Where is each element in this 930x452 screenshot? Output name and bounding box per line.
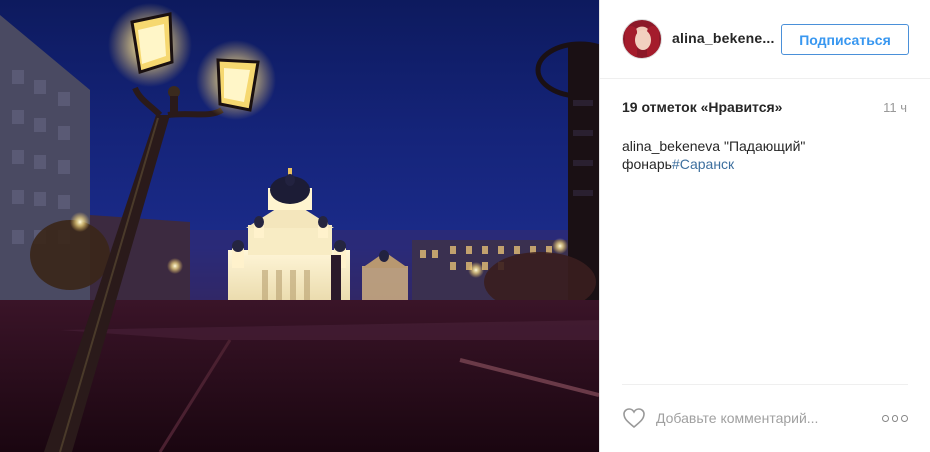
avatar[interactable]: [622, 19, 662, 59]
follow-button[interactable]: Подписаться: [781, 24, 909, 55]
username-link[interactable]: alina_bekene...: [672, 30, 775, 46]
post-caption: alina_bekeneva "Падающий" фонарь#Саранск: [622, 137, 862, 173]
post-header: alina_bekene... Подписаться: [600, 0, 930, 79]
likes-count[interactable]: 19 отметок «Нравится»: [622, 99, 782, 115]
heart-icon[interactable]: [622, 407, 646, 429]
post-photo[interactable]: [0, 0, 599, 452]
post-time[interactable]: 11 ч: [883, 100, 907, 115]
post-sidebar: alina_bekene... Подписаться 19 отметок «…: [600, 0, 930, 452]
caption-author[interactable]: alina_bekeneva: [622, 138, 720, 154]
night-cityscape-image: [0, 3, 599, 452]
instagram-post: alina_bekene... Подписаться 19 отметок «…: [0, 0, 930, 452]
more-options-icon[interactable]: [882, 413, 909, 423]
comment-input[interactable]: [656, 407, 846, 429]
footer-divider: [622, 384, 908, 385]
hashtag-link[interactable]: #Саранск: [672, 156, 734, 172]
